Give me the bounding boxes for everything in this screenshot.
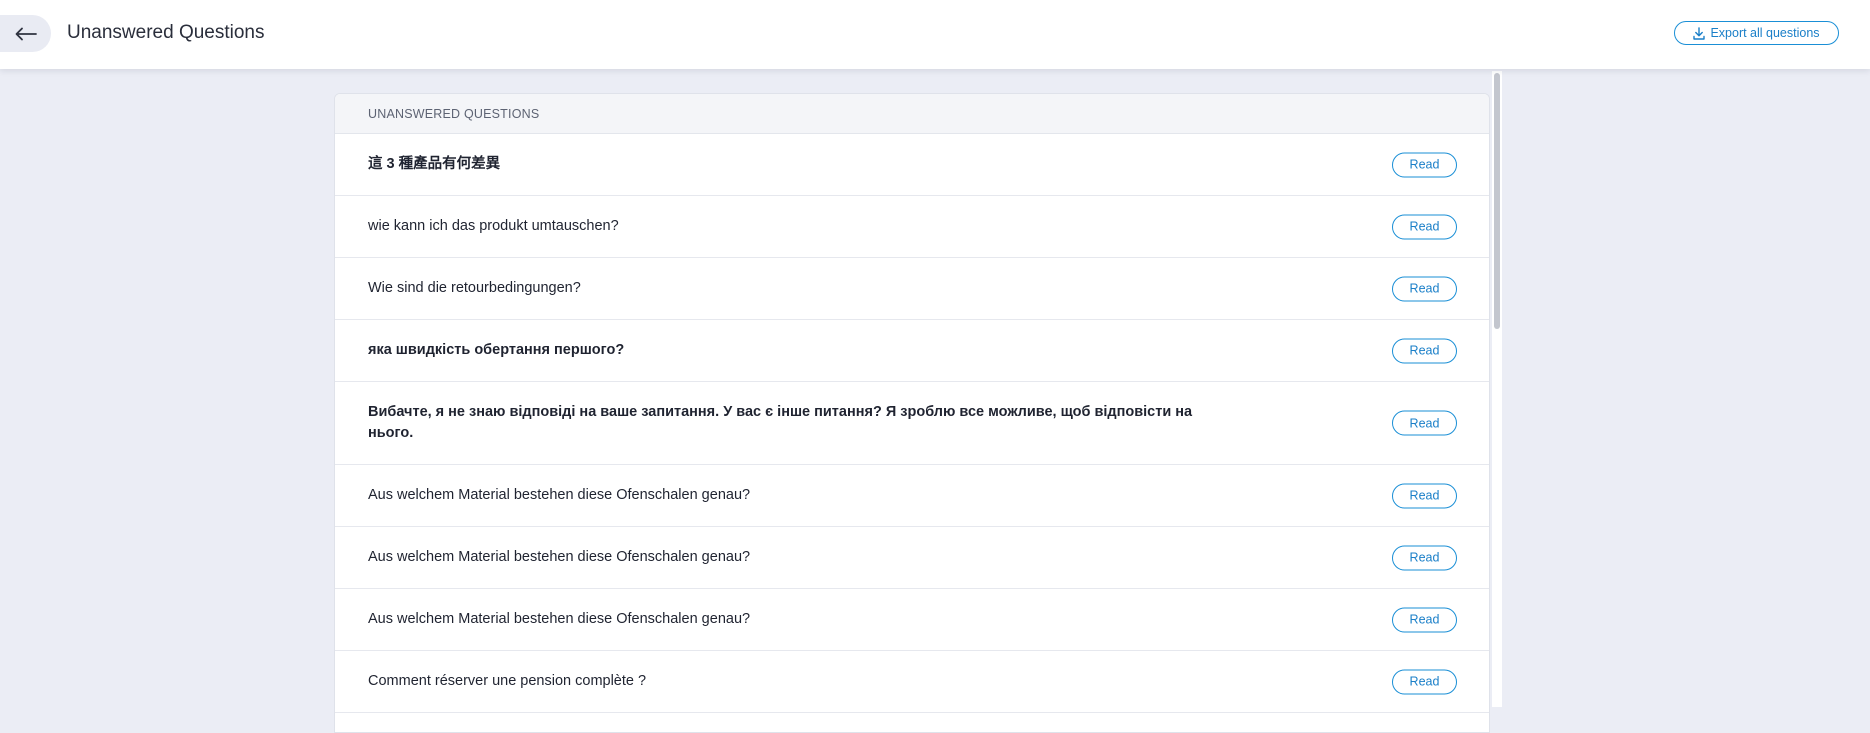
download-icon <box>1693 26 1706 40</box>
read-button[interactable]: Read <box>1392 483 1457 508</box>
read-button[interactable]: Read <box>1392 276 1457 301</box>
question-text: Wie sind die retourbedingungen? <box>368 280 581 296</box>
question-row: 這 3 種產品有何差異 Read <box>335 134 1489 196</box>
panel-heading: UNANSWERED QUESTIONS <box>335 94 1489 134</box>
back-button[interactable] <box>0 15 51 52</box>
question-text: Comment réserver une pension complète ? <box>368 673 647 689</box>
question-text: Aus welchem Material bestehen diese Ofen… <box>368 487 751 503</box>
unanswered-questions-panel: UNANSWERED QUESTIONS 這 3 種產品有何差異 Read wi… <box>334 93 1490 733</box>
question-row: Вибачте, я не знаю відповіді на ваше зап… <box>335 382 1489 465</box>
read-button[interactable]: Read <box>1392 214 1457 239</box>
question-row: Aus welchem Material bestehen diese Ofen… <box>335 465 1489 527</box>
question-row: wie kann ich das produkt umtauschen? Rea… <box>335 196 1489 258</box>
question-text: яка швидкість обертання першого? <box>368 342 625 358</box>
question-text: Aus welchem Material bestehen diese Ofen… <box>368 611 751 627</box>
question-row: Aus welchem Material bestehen diese Ofen… <box>335 589 1489 651</box>
question-row: Comment réserver une pension complète ? … <box>335 651 1489 713</box>
question-text: Вибачте, я не знаю відповіді на ваше зап… <box>368 404 1193 441</box>
read-button[interactable]: Read <box>1392 152 1457 177</box>
page-title: Unanswered Questions <box>67 22 265 43</box>
question-row: Aus welchem Material bestehen diese Ofen… <box>335 527 1489 589</box>
question-text: wie kann ich das produkt umtauschen? <box>368 218 619 234</box>
question-row: Wie sind die retourbedingungen? Read <box>335 258 1489 320</box>
read-button[interactable]: Read <box>1392 669 1457 694</box>
vertical-scrollbar[interactable] <box>1492 71 1502 707</box>
read-button[interactable]: Read <box>1392 607 1457 632</box>
arrow-left-icon <box>15 27 37 40</box>
question-text: 這 3 種產品有何差異 <box>368 156 501 172</box>
question-row: яка швидкість обертання першого? Read <box>335 320 1489 382</box>
read-button[interactable]: Read <box>1392 338 1457 363</box>
read-button[interactable]: Read <box>1392 545 1457 570</box>
export-button-label: Export all questions <box>1710 26 1820 40</box>
scrollbar-thumb[interactable] <box>1494 73 1500 329</box>
top-bar: Unanswered Questions Export all question… <box>0 0 1870 69</box>
export-all-questions-button[interactable]: Export all questions <box>1674 21 1839 45</box>
question-text: Aus welchem Material bestehen diese Ofen… <box>368 549 751 565</box>
read-button[interactable]: Read <box>1392 410 1457 436</box>
